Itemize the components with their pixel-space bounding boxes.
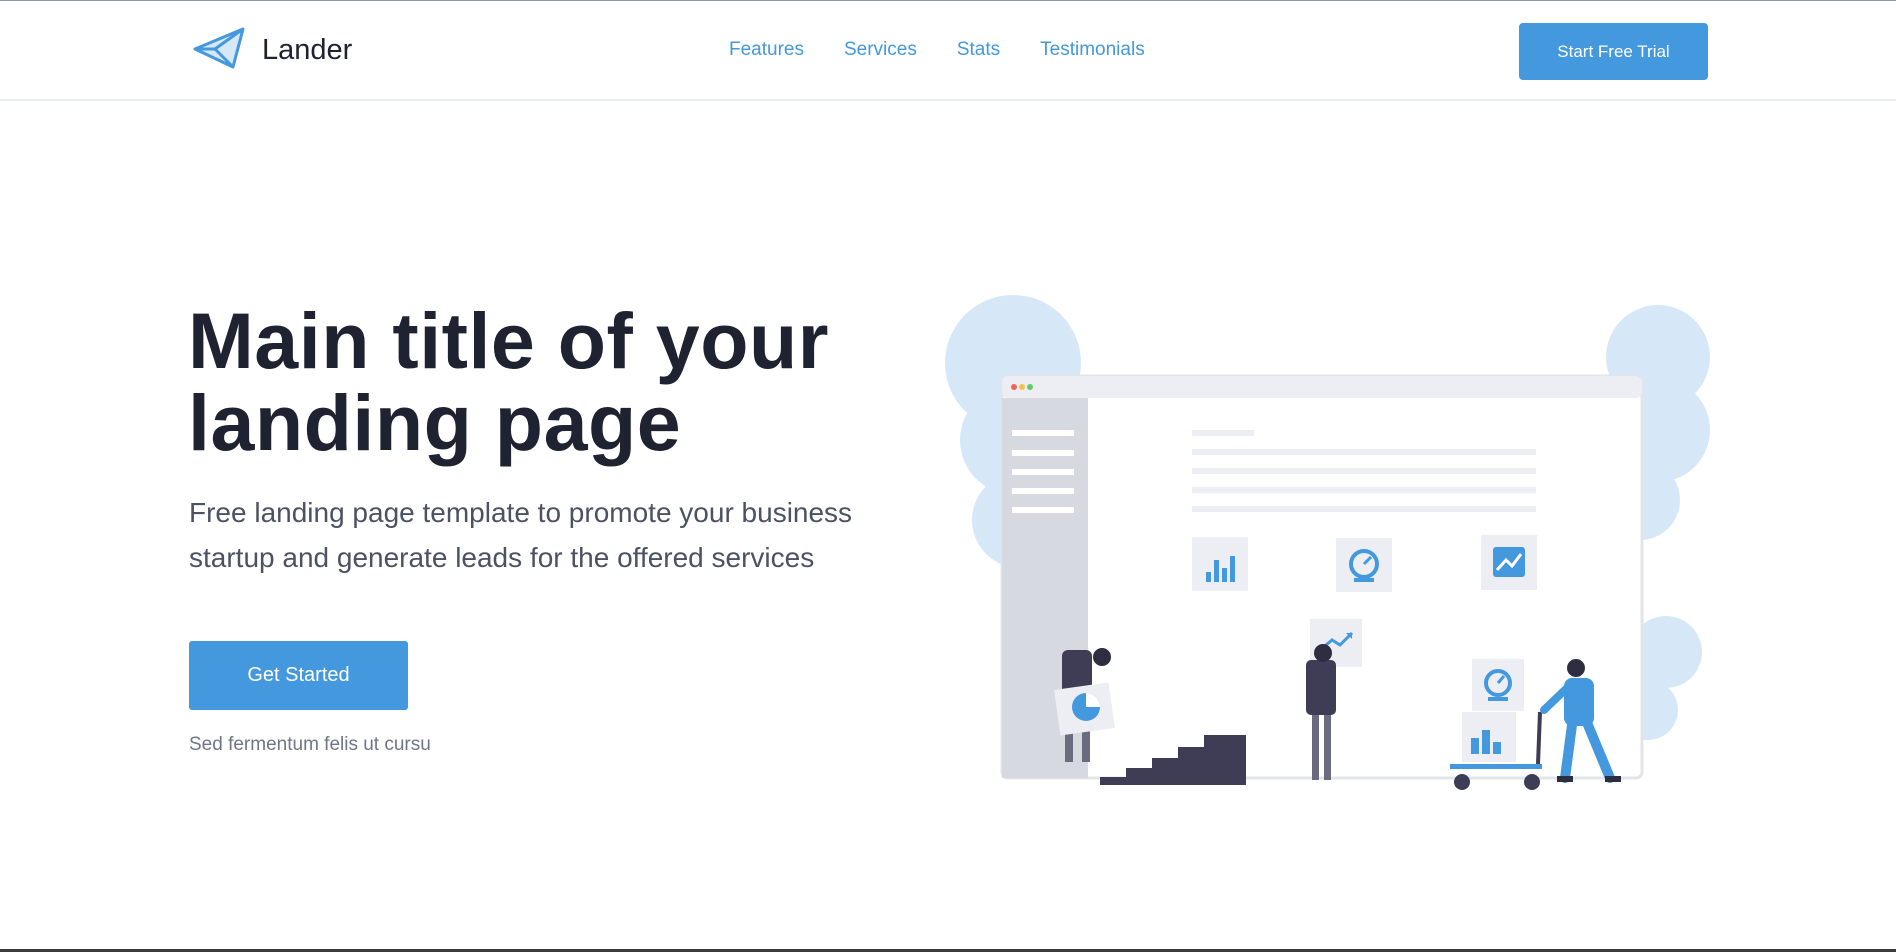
hero-subtitle-line-2: startup and generate leads for the offer… xyxy=(189,542,815,573)
nav-link-services[interactable]: Services xyxy=(844,39,917,61)
nav-link-features[interactable]: Features xyxy=(729,39,804,61)
nav-link-testimonials[interactable]: Testimonials xyxy=(1040,39,1145,61)
start-free-trial-button[interactable]: Start Free Trial xyxy=(1519,23,1708,80)
main-nav: Features Services Stats Testimonials xyxy=(729,39,1145,61)
get-started-button[interactable]: Get Started xyxy=(189,641,408,710)
hero-subtitle: Free landing page template to promote yo… xyxy=(189,490,909,580)
brand-name: Lander xyxy=(262,33,353,66)
nav-link-stats[interactable]: Stats xyxy=(957,39,1000,61)
bar-chart-icon xyxy=(1192,537,1248,591)
brand-logo[interactable]: Lander xyxy=(193,27,353,74)
hero-title-line-1: Main title of your xyxy=(188,296,829,385)
hero-note: Sed fermentum felis ut cursu xyxy=(189,734,431,755)
hero-title-line-2: landing page xyxy=(188,378,682,467)
hero-title: Main title of your landing page xyxy=(188,300,908,464)
hero-illustration xyxy=(940,290,1720,810)
paper-plane-icon xyxy=(193,27,245,74)
line-chart-icon xyxy=(1481,535,1537,590)
speedometer-icon xyxy=(1336,538,1392,592)
hero-subtitle-line-1: Free landing page template to promote yo… xyxy=(189,497,853,528)
navbar: Lander Features Services Stats Testimoni… xyxy=(0,1,1896,101)
